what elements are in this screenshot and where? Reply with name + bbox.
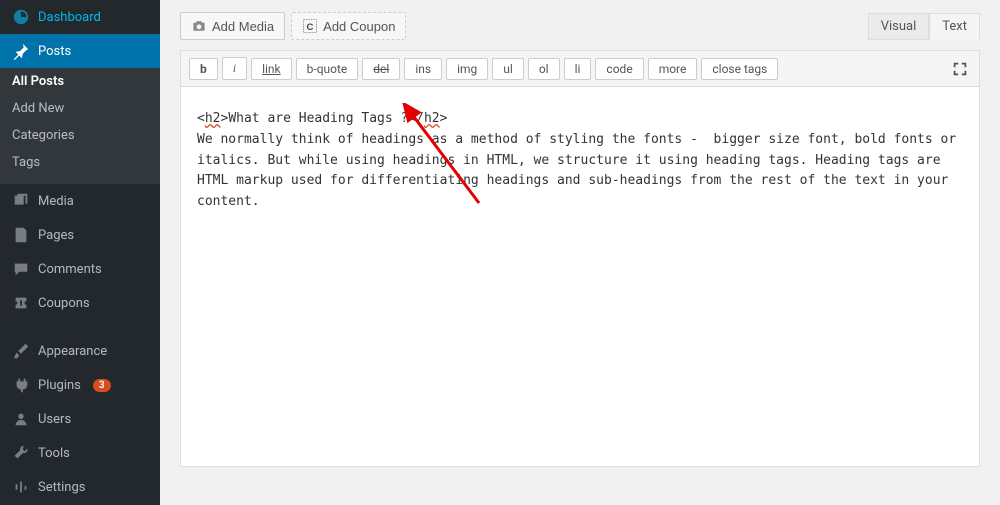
sidebar-item-label: Pages (38, 228, 74, 243)
camera-icon (191, 18, 207, 34)
sidebar-item-settings[interactable]: Settings (0, 470, 160, 504)
sidebar-item-tools[interactable]: Tools (0, 436, 160, 470)
toolbar-more[interactable]: more (648, 58, 698, 80)
sidebar-submenu-posts: All Posts Add New Categories Tags (0, 68, 160, 184)
sidebar-item-label: Dashboard (38, 10, 101, 25)
pin-icon (12, 42, 30, 60)
sidebar-item-label: Appearance (38, 344, 107, 359)
admin-sidebar: Dashboard Posts All Posts Add New Catego… (0, 0, 160, 505)
text-editor-area[interactable]: <h2>What are Heading Tags ?</h2> We norm… (180, 87, 980, 467)
sidebar-item-comments[interactable]: Comments (0, 252, 160, 286)
toolbar-ul[interactable]: ul (492, 58, 524, 80)
sidebar-item-media[interactable]: Media (0, 184, 160, 218)
toolbar-code[interactable]: code (595, 58, 643, 80)
toolbar-img[interactable]: img (446, 58, 488, 80)
settings-icon (12, 478, 30, 496)
plugin-icon (12, 376, 30, 394)
toolbar-link[interactable]: link (251, 58, 292, 80)
main-content: Add Media C Add Coupon Visual Text b i l… (160, 0, 1000, 479)
toolbar-bold[interactable]: b (189, 58, 218, 80)
tag-open: <h2> (197, 111, 228, 126)
dashboard-icon (12, 8, 30, 26)
tools-icon (12, 444, 30, 462)
media-toolbar: Add Media C Add Coupon Visual Text (180, 12, 980, 40)
tab-visual[interactable]: Visual (868, 13, 930, 40)
sidebar-item-label: Users (38, 412, 71, 427)
sidebar-item-label: Plugins (38, 378, 81, 393)
sidebar-item-coupons[interactable]: Coupons (0, 286, 160, 320)
add-media-button[interactable]: Add Media (180, 12, 285, 40)
comments-icon (12, 260, 30, 278)
toolbar-del[interactable]: del (362, 58, 400, 80)
editor-mode-tabs: Visual Text (868, 13, 980, 40)
sidebar-item-appearance[interactable]: Appearance (0, 334, 160, 368)
sidebar-item-label: Posts (38, 44, 71, 59)
sidebar-item-label: Settings (38, 480, 85, 495)
sidebar-item-label: Tools (38, 446, 70, 461)
media-icon (12, 192, 30, 210)
add-coupon-label: Add Coupon (323, 19, 395, 34)
sidebar-item-pages[interactable]: Pages (0, 218, 160, 252)
toolbar-italic[interactable]: i (222, 57, 247, 80)
users-icon (12, 410, 30, 428)
sidebar-item-label: Coupons (38, 296, 90, 311)
fullscreen-button[interactable] (949, 58, 971, 80)
toolbar-bquote[interactable]: b-quote (296, 58, 359, 80)
add-media-label: Add Media (212, 19, 274, 34)
coupon-c-icon: C (302, 18, 318, 34)
sidebar-subitem-tags[interactable]: Tags (0, 149, 160, 176)
sidebar-subitem-add-new[interactable]: Add New (0, 95, 160, 122)
toolbar-ins[interactable]: ins (404, 58, 442, 80)
plugins-update-badge: 3 (93, 379, 111, 392)
sidebar-subitem-categories[interactable]: Categories (0, 122, 160, 149)
body-text: We normally think of headings as a metho… (197, 132, 964, 209)
toolbar-close-tags[interactable]: close tags (701, 58, 778, 80)
sidebar-item-dashboard[interactable]: Dashboard (0, 0, 160, 34)
coupons-icon (12, 294, 30, 312)
sidebar-item-label: Comments (38, 262, 102, 277)
sidebar-item-plugins[interactable]: Plugins 3 (0, 368, 160, 402)
toolbar-ol[interactable]: ol (528, 58, 560, 80)
add-coupon-button[interactable]: C Add Coupon (291, 12, 406, 40)
brush-icon (12, 342, 30, 360)
sidebar-subitem-all-posts[interactable]: All Posts (0, 68, 160, 95)
text-editor-toolbar: b i link b-quote del ins img ul ol li co… (180, 50, 980, 87)
sidebar-item-users[interactable]: Users (0, 402, 160, 436)
toolbar-li[interactable]: li (564, 58, 592, 80)
page-icon (12, 226, 30, 244)
tab-text[interactable]: Text (929, 13, 980, 40)
fullscreen-icon (951, 60, 969, 78)
svg-text:C: C (307, 22, 314, 33)
sidebar-item-posts[interactable]: Posts (0, 34, 160, 68)
sidebar-item-label: Media (38, 194, 74, 209)
heading-text: What are Heading Tags ? (228, 111, 408, 126)
tag-close: </h2> (408, 111, 447, 126)
